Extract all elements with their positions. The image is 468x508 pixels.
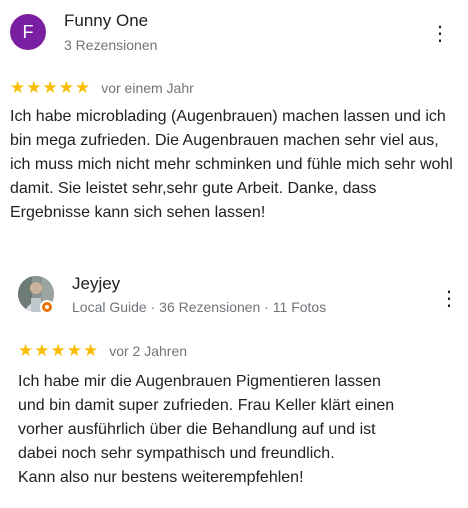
review-date: vor 2 Jahren <box>109 343 188 359</box>
author-meta: Local Guide · 36 Rezensionen · 11 Fotos <box>72 299 327 315</box>
star-rating: ★★★★★ <box>18 341 100 360</box>
local-guide-badge-icon <box>40 300 54 314</box>
author-meta: 3 Rezensionen <box>64 37 158 53</box>
rating-row: ★★★★★ vor 2 Jahren <box>18 341 187 361</box>
review-card: Jeyjey Local Guide · 36 Rezensionen · 11… <box>0 262 468 508</box>
review-text-line: dabei noch sehr sympathisch und freundli… <box>18 445 335 462</box>
review-text: Ich habe mir die Augenbrauen Pigmentiere… <box>18 370 458 490</box>
review-text-line: und bin damit super zufrieden. Frau Kell… <box>18 397 395 414</box>
star-rating: ★★★★★ <box>10 78 92 97</box>
more-vert-icon[interactable]: ⋮ <box>437 287 461 311</box>
review-date: vor einem Jahr <box>101 80 194 96</box>
review-text-line: Ich habe mir die Augenbrauen Pigmentiere… <box>18 373 381 390</box>
author-name[interactable]: Jeyjey <box>72 274 120 294</box>
rating-row: ★★★★★ vor einem Jahr <box>10 78 194 98</box>
review-text-line: Kann also nur bestens weiterempfehlen! <box>18 469 304 486</box>
more-vert-icon[interactable]: ⋮ <box>428 22 452 46</box>
author-name[interactable]: Funny One <box>64 11 148 31</box>
review-card: F Funny One 3 Rezensionen ⋮ ★★★★★ vor ei… <box>0 0 468 262</box>
author-avatar[interactable]: F <box>10 14 46 50</box>
review-text-line: vorher ausführlich über die Behandlung a… <box>18 421 376 438</box>
review-text: Ich habe microblading (Augenbrauen) mach… <box>10 108 453 221</box>
